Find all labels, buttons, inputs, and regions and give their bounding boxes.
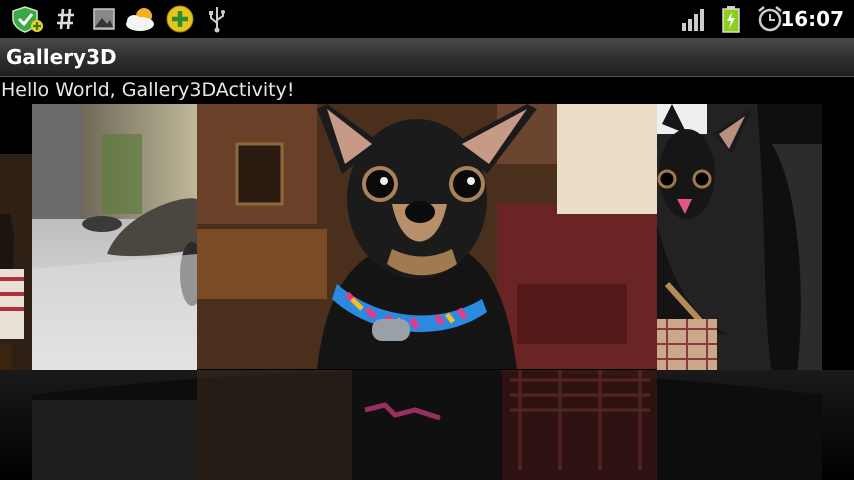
hello-text: Hello World, Gallery3DActivity! xyxy=(1,79,295,101)
reflection-graphic xyxy=(32,370,822,480)
chihuahua-photo xyxy=(197,104,657,369)
status-time: 16:07 xyxy=(780,7,844,31)
gallery-reflection xyxy=(0,370,854,480)
gallery-item-car-seat[interactable] xyxy=(657,104,822,374)
cat-photo xyxy=(32,104,197,386)
hash-icon xyxy=(57,8,74,30)
chihuahua-car-seat-photo xyxy=(657,104,822,374)
battery-charging-icon xyxy=(722,6,740,33)
image-icon xyxy=(93,8,115,30)
title-bar: Gallery3D xyxy=(0,38,854,77)
shield-check-icon xyxy=(12,6,43,33)
gallery-3d[interactable] xyxy=(0,104,854,480)
signal-bars-icon xyxy=(682,9,704,31)
add-circle-icon xyxy=(166,5,194,33)
weather-sun-cloud-icon xyxy=(126,8,154,31)
gallery-item-selected[interactable] xyxy=(197,104,657,369)
usb-icon xyxy=(209,7,225,33)
status-bar: 16:07 xyxy=(0,0,854,38)
app-title: Gallery3D xyxy=(6,45,117,69)
gallery-item-cat[interactable] xyxy=(32,104,197,386)
